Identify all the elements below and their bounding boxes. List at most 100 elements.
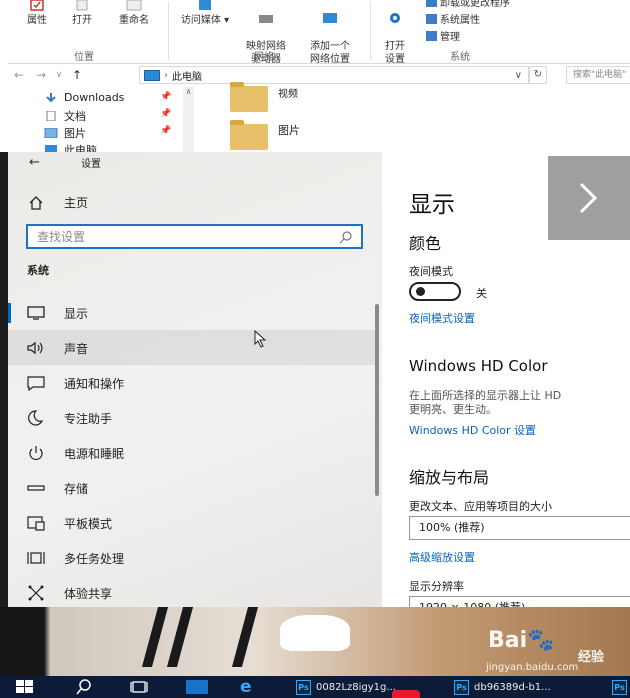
night-light-toggle[interactable] bbox=[409, 282, 461, 301]
share-icon bbox=[28, 585, 44, 601]
taskbar-ie[interactable]: e bbox=[240, 677, 252, 697]
internet-explorer-icon: e bbox=[240, 677, 252, 697]
group-label-network: 网络 bbox=[254, 52, 274, 63]
baidu-watermark-url: jingyan.baidu.com bbox=[486, 662, 579, 673]
nav-item-tablet-mode[interactable]: 平板模式 bbox=[8, 505, 378, 540]
hd-color-description: 在上面所选择的显示器上让 HD bbox=[409, 389, 562, 402]
taskbar-task-photoshop-3[interactable]: Ps bbox=[612, 678, 627, 696]
multitask-icon bbox=[27, 552, 45, 564]
group-label-system: 系统 bbox=[450, 52, 470, 63]
wallpaper-detail bbox=[280, 615, 350, 651]
uninstall-program-button[interactable]: 卸载或更改程序 bbox=[426, 0, 510, 9]
nav-item-pictures[interactable]: 图片 bbox=[44, 125, 86, 141]
search-icon bbox=[76, 679, 91, 695]
recent-dropdown-icon[interactable]: ∨ bbox=[52, 70, 66, 80]
picture-icon bbox=[44, 128, 58, 138]
find-setting-input[interactable] bbox=[26, 224, 363, 249]
folder-icon bbox=[230, 120, 268, 150]
nav-item-sound[interactable]: 声音 bbox=[8, 330, 378, 365]
explorer-search-input[interactable]: 搜索"此电脑" bbox=[566, 66, 630, 84]
taskbar: e Ps 0082Lz8igy1g... Ps db96389d-b1... P… bbox=[0, 676, 630, 698]
manage-button[interactable]: 管理 bbox=[426, 28, 460, 43]
back-icon[interactable]: ← bbox=[8, 68, 30, 82]
color-heading: 颜色 bbox=[409, 234, 442, 253]
computer-icon bbox=[144, 69, 160, 81]
section-heading: 系统 bbox=[27, 264, 49, 277]
scale-label: 更改文本、应用等项目的大小 bbox=[409, 500, 552, 513]
scale-layout-heading: 缩放与布局 bbox=[409, 468, 490, 487]
chevron-right-icon bbox=[579, 182, 598, 214]
open-settings-button[interactable]: 打开 设置 bbox=[376, 0, 414, 66]
resolution-dropdown[interactable]: 1920 × 1080 (推荐) bbox=[409, 596, 630, 607]
tablet-icon bbox=[27, 516, 45, 531]
refresh-icon[interactable]: ↻ bbox=[529, 66, 547, 84]
resolution-label: 显示分辨率 bbox=[409, 580, 464, 593]
taskbar-task-photoshop-2[interactable]: Ps db96389d-b1... bbox=[454, 678, 551, 696]
sidebar-scrollbar[interactable] bbox=[375, 304, 379, 496]
baidu-watermark: Bai🐾 bbox=[488, 628, 555, 653]
next-slide-button[interactable] bbox=[548, 156, 630, 240]
nav-item-power-sleep[interactable]: 电源和睡眠 bbox=[8, 435, 378, 470]
back-arrow-icon[interactable]: ← bbox=[29, 155, 40, 170]
hd-color-settings-link[interactable]: Windows HD Color 设置 bbox=[409, 422, 536, 438]
open-icon bbox=[76, 0, 88, 11]
taskbar-app-window[interactable] bbox=[186, 678, 208, 696]
nav-item-display[interactable]: 显示 bbox=[8, 295, 378, 330]
task-view-button[interactable] bbox=[130, 678, 148, 696]
nav-item-documents[interactable]: 文档 bbox=[44, 108, 86, 124]
address-dropdown-icon[interactable]: ∨ bbox=[515, 70, 522, 81]
properties-button[interactable]: 属性 bbox=[20, 0, 54, 27]
nav-item-notifications[interactable]: 通知和操作 bbox=[8, 365, 378, 400]
pin-icon[interactable]: 📌 bbox=[160, 92, 171, 102]
access-media-button[interactable]: 访问媒体 ▾ bbox=[176, 0, 234, 27]
windows-logo-icon bbox=[16, 680, 33, 693]
search-icon[interactable] bbox=[339, 230, 353, 244]
start-button[interactable] bbox=[16, 678, 34, 696]
taskbar-task-photoshop-1[interactable]: Ps 0082Lz8igy1g... bbox=[296, 678, 396, 696]
red-indicator bbox=[392, 690, 420, 698]
search-button[interactable] bbox=[76, 678, 92, 696]
mouse-cursor-icon bbox=[254, 330, 267, 348]
storage-icon bbox=[27, 485, 45, 491]
address-bar: ← → ∨ ↑ › 此电脑 ∨ ↻ 搜索"此电脑" bbox=[8, 64, 630, 86]
power-icon bbox=[29, 446, 43, 460]
nav-item-storage[interactable]: 存储 bbox=[8, 470, 378, 505]
wallpaper-detail bbox=[231, 607, 259, 667]
system-properties-button[interactable]: 系统属性 bbox=[426, 11, 480, 26]
nav-item-shared-experiences[interactable]: 体验共享 bbox=[8, 575, 378, 607]
forward-icon[interactable]: → bbox=[30, 68, 52, 82]
night-light-settings-link[interactable]: 夜间模式设置 bbox=[409, 310, 475, 326]
scroll-up-icon[interactable]: ∧ bbox=[183, 87, 194, 96]
window-app-icon bbox=[186, 680, 208, 694]
folder-icon bbox=[230, 82, 268, 112]
add-network-location-button[interactable]: 添加一个 网络位置 bbox=[300, 0, 360, 66]
ribbon-divider bbox=[168, 2, 169, 60]
pin-icon[interactable]: 📌 bbox=[160, 126, 171, 136]
nav-item-multitasking[interactable]: 多任务处理 bbox=[8, 540, 378, 575]
folder-pictures[interactable]: 图片 bbox=[230, 120, 300, 150]
settings-sidebar: ← 设置 主页 系统 显示 声音 通知和操作 专注助手 电源和睡眠 bbox=[8, 152, 382, 607]
network-location-icon bbox=[323, 13, 337, 23]
page-title: 显示 bbox=[409, 192, 455, 218]
navigation-pane: Downloads 文档 图片 此电脑 📌 📌 📌 ∧ bbox=[8, 87, 194, 157]
open-button[interactable]: 打开 bbox=[68, 0, 96, 27]
home-link[interactable]: 主页 bbox=[28, 194, 88, 211]
photoshop-icon: Ps bbox=[612, 679, 627, 695]
address-input[interactable]: › 此电脑 ∨ bbox=[139, 66, 529, 84]
task-view-icon bbox=[130, 681, 148, 693]
moon-icon bbox=[28, 410, 44, 426]
speaker-icon bbox=[27, 341, 43, 355]
ribbon-divider bbox=[370, 2, 371, 60]
up-icon[interactable]: ↑ bbox=[66, 68, 88, 82]
advanced-scaling-link[interactable]: 高级缩放设置 bbox=[409, 549, 475, 565]
rename-button[interactable]: 重命名 bbox=[114, 0, 154, 27]
nav-item-focus-assist[interactable]: 专注助手 bbox=[8, 400, 378, 435]
rename-icon bbox=[126, 0, 142, 11]
navigation-scrollbar[interactable]: ∧ bbox=[183, 87, 194, 152]
nav-item-downloads[interactable]: Downloads bbox=[44, 91, 124, 104]
hd-color-description-2: 更明亮、更生动。 bbox=[409, 403, 497, 416]
folder-videos[interactable]: 视频 bbox=[230, 82, 298, 112]
programs-icon bbox=[426, 0, 437, 7]
scale-dropdown[interactable]: 100% (推荐) bbox=[409, 516, 630, 540]
pin-icon[interactable]: 📌 bbox=[160, 109, 171, 119]
